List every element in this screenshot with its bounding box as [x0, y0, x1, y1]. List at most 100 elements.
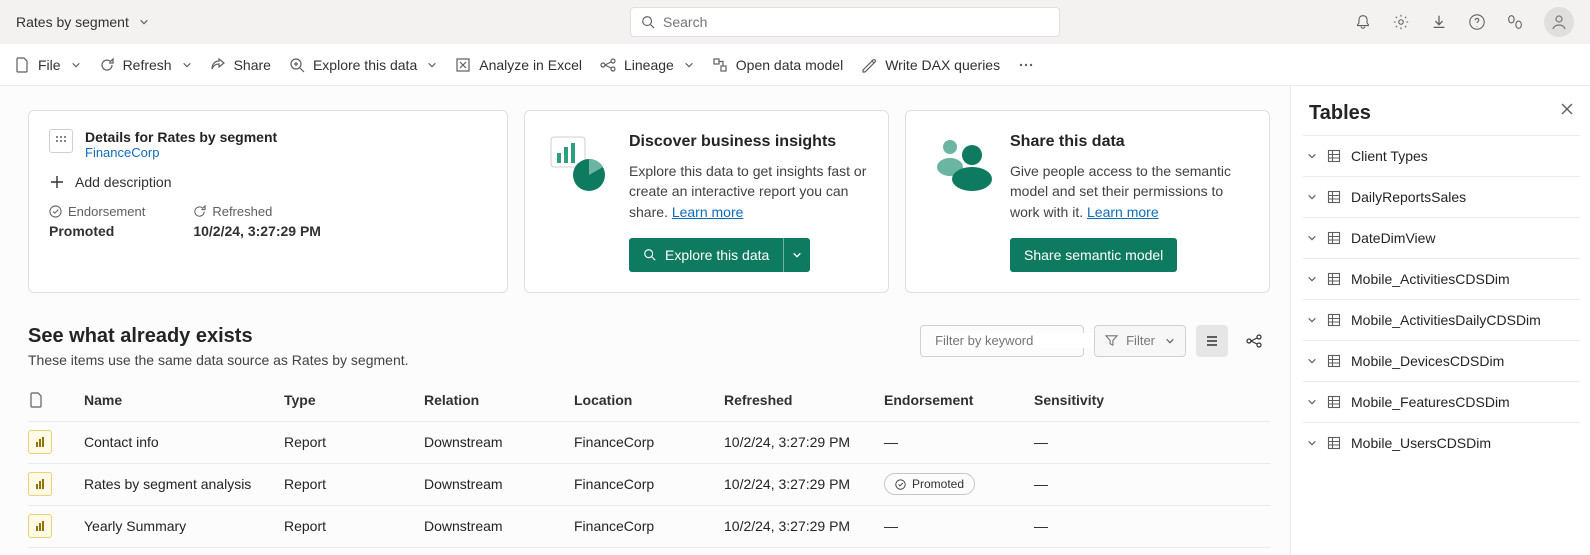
settings-icon[interactable] [1392, 13, 1410, 31]
write-dax-label: Write DAX queries [885, 57, 1000, 73]
file-menu[interactable]: File [14, 57, 81, 73]
refreshed-label: Refreshed [212, 204, 272, 219]
endorsement-label: Endorsement [68, 204, 145, 219]
explore-data-button[interactable]: Explore this data [629, 238, 783, 272]
chevron-down-icon[interactable] [139, 17, 149, 27]
cell-relation: Downstream [424, 434, 574, 450]
share-card: Share this data Give people access to th… [905, 110, 1270, 293]
table-list-item[interactable]: Mobile_ActivitiesCDSDim [1303, 258, 1580, 299]
cell-name: Contact info [84, 434, 284, 450]
col-sensitivity[interactable]: Sensitivity [1034, 392, 1184, 408]
open-model-button[interactable]: Open data model [712, 57, 843, 73]
report-icon [28, 430, 52, 454]
person-icon [1551, 14, 1567, 30]
explore-button[interactable]: Explore this data [289, 57, 437, 73]
col-endorsement[interactable]: Endorsement [884, 392, 1034, 408]
close-icon [1560, 102, 1574, 116]
cell-sensitivity: — [1034, 434, 1184, 450]
lineage-button[interactable]: Lineage [600, 57, 694, 73]
notifications-icon[interactable] [1354, 13, 1372, 31]
cell-name: Yearly Summary [84, 518, 284, 534]
share-title: Share this data [1010, 133, 1249, 151]
table-list-item[interactable]: Mobile_FeaturesCDSDim [1303, 381, 1580, 422]
cell-refreshed: 10/2/24, 3:27:29 PM [724, 476, 884, 492]
search-icon [641, 15, 655, 29]
refreshed-value: 10/2/24, 3:27:29 PM [193, 223, 321, 239]
table-icon [1327, 231, 1341, 245]
insights-title: Discover business insights [629, 133, 868, 151]
analyze-excel-button[interactable]: Analyze in Excel [455, 57, 582, 73]
lineage-view-button[interactable] [1238, 325, 1270, 357]
table-name: Mobile_FeaturesCDSDim [1351, 394, 1510, 410]
insights-card: Discover business insights Explore this … [524, 110, 889, 293]
share-learn-more[interactable]: Learn more [1087, 204, 1159, 220]
file-icon [14, 57, 30, 73]
share-desc: Give people access to the semantic model… [1010, 161, 1249, 222]
lineage-label: Lineage [624, 57, 674, 73]
cell-type: Report [284, 518, 424, 534]
cell-location: FinanceCorp [574, 518, 724, 534]
insights-learn-more[interactable]: Learn more [672, 204, 744, 220]
search-input[interactable] [630, 7, 1060, 37]
list-icon [1204, 333, 1220, 349]
table-name: DailyReportsSales [1351, 189, 1466, 205]
table-row[interactable]: Yearly Summary Report Downstream Finance… [28, 506, 1270, 548]
endorsement-icon [49, 205, 62, 218]
explore-icon [289, 57, 305, 73]
list-view-button[interactable] [1196, 325, 1228, 357]
col-name[interactable]: Name [84, 392, 284, 408]
dataset-icon [49, 129, 73, 153]
chevron-down-icon [1307, 233, 1317, 243]
cell-location: FinanceCorp [574, 434, 724, 450]
report-icon [28, 472, 52, 496]
share-model-button[interactable]: Share semantic model [1010, 238, 1177, 272]
col-relation[interactable]: Relation [424, 392, 574, 408]
table-name: Mobile_ActivitiesDailyCDSDim [1351, 312, 1541, 328]
tables-title: Tables [1303, 102, 1580, 125]
page-title[interactable]: Rates by segment [16, 14, 129, 30]
share-label: Share [234, 57, 271, 73]
cell-sensitivity: — [1034, 476, 1184, 492]
cell-endorsement: — [884, 518, 1034, 534]
add-description-button[interactable]: Add description [49, 174, 487, 190]
table-row[interactable]: Rates by segment analysis Report Downstr… [28, 464, 1270, 506]
insights-desc: Explore this data to get insights fast o… [629, 161, 868, 222]
explore-data-dropdown[interactable] [783, 238, 810, 272]
lineage-icon [1246, 333, 1262, 349]
filter-button[interactable]: Filter [1094, 325, 1186, 357]
col-location[interactable]: Location [574, 392, 724, 408]
write-dax-button[interactable]: Write DAX queries [861, 57, 1000, 73]
help-icon[interactable] [1468, 13, 1486, 31]
user-avatar[interactable] [1544, 7, 1574, 37]
add-description-label: Add description [75, 174, 172, 190]
table-name: Mobile_DevicesCDSDim [1351, 353, 1504, 369]
table-list-item[interactable]: Mobile_UsersCDSDim [1303, 422, 1580, 463]
table-list-item[interactable]: DailyReportsSales [1303, 176, 1580, 217]
file-label: File [38, 57, 61, 73]
table-list-item[interactable]: Mobile_DevicesCDSDim [1303, 340, 1580, 381]
filter-keyword-input[interactable] [920, 325, 1084, 357]
col-refreshed[interactable]: Refreshed [724, 392, 884, 408]
col-type[interactable]: Type [284, 392, 424, 408]
table-list-item[interactable]: Client Types [1303, 135, 1580, 176]
chevron-down-icon [1307, 315, 1317, 325]
copilot-icon[interactable] [1506, 13, 1524, 31]
open-model-label: Open data model [736, 57, 843, 73]
table-name: DateDimView [1351, 230, 1436, 246]
share-button[interactable]: Share [210, 57, 271, 73]
search-field[interactable] [663, 14, 1049, 30]
explore-label: Explore this data [313, 57, 417, 73]
cell-refreshed: 10/2/24, 3:27:29 PM [724, 518, 884, 534]
table-row[interactable]: Contact info Report Downstream FinanceCo… [28, 422, 1270, 464]
chevron-down-icon [1307, 397, 1317, 407]
table-list-item[interactable]: DateDimView [1303, 217, 1580, 258]
workspace-link[interactable]: FinanceCorp [85, 145, 277, 160]
more-button[interactable] [1018, 57, 1034, 73]
model-icon [712, 57, 728, 73]
tables-panel: Tables Client Types DailyReportsSales Da… [1290, 86, 1590, 555]
refresh-button[interactable]: Refresh [99, 57, 192, 73]
cell-relation: Downstream [424, 518, 574, 534]
table-list-item[interactable]: Mobile_ActivitiesDailyCDSDim [1303, 299, 1580, 340]
download-icon[interactable] [1430, 13, 1448, 31]
close-panel-button[interactable] [1560, 102, 1574, 116]
